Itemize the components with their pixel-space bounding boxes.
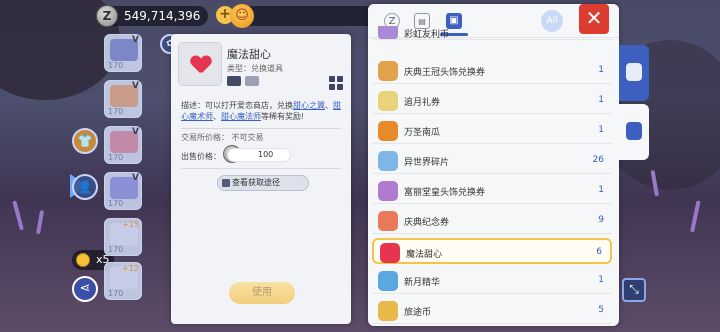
item-detail-panel: 魔法甜心 类型：兑换道具 描述：可以打开爱恋商店，兑换甜心之翼、甜心魔术师、甜心… xyxy=(171,34,351,324)
inventory-row[interactable]: 旅途币 5 xyxy=(372,298,612,324)
inventory-row[interactable]: 富丽堂皇头饰兑换券 1 xyxy=(372,178,612,204)
item-bag-icon xyxy=(626,122,642,140)
item-quantity: 26 xyxy=(592,155,604,165)
inventory-row[interactable]: 异世界碎片 26 xyxy=(372,148,612,174)
equipment-slot[interactable]: 170 +15 xyxy=(104,218,142,256)
equipment-mark: V xyxy=(132,81,139,91)
item-name: 魔法甜心 xyxy=(227,48,271,61)
item-name: 魔法甜心 xyxy=(406,250,443,260)
link-sweet-mage[interactable]: 甜心魔法师 xyxy=(221,112,261,121)
sell-price-value: 100 xyxy=(227,148,291,162)
item-quantity: 1 xyxy=(598,185,604,195)
share-button[interactable]: ⋖ xyxy=(72,276,98,302)
equipment-slot[interactable]: 170 V xyxy=(104,80,142,118)
close-button[interactable]: ✕ xyxy=(579,4,609,34)
inventory-row[interactable]: 庆典王冠头饰兑换券 1 xyxy=(372,58,612,84)
link-sweet-wings[interactable]: 甜心之翼 xyxy=(293,101,325,110)
item-quantity: 1 xyxy=(598,125,604,135)
bind-badge-icon xyxy=(227,76,241,86)
equipment-level: 170 xyxy=(108,199,124,208)
divider xyxy=(181,168,341,169)
zeny-coin-icon: Z xyxy=(96,5,118,27)
inventory-row[interactable]: 魔法甜心 6 xyxy=(372,238,612,264)
equipment-level: 170 xyxy=(108,289,124,298)
equipment-level: 170 xyxy=(108,245,124,254)
equipment-level: 170 xyxy=(108,61,124,70)
minimize-icon[interactable]: ⤡ xyxy=(622,278,646,302)
equipment-mark: V xyxy=(132,35,139,45)
view-source-button[interactable]: 查看获取途径 xyxy=(217,175,309,191)
item-name: 彩虹友利币 xyxy=(404,30,450,40)
use-button[interactable]: 使用 xyxy=(229,282,295,304)
item-name: 庆典纪念券 xyxy=(404,218,450,228)
item-name: 富丽堂皇头饰兑换券 xyxy=(404,188,486,198)
item-icon xyxy=(378,301,398,321)
equipment-level: 170 xyxy=(108,107,124,116)
item-quantity: 1 xyxy=(598,95,604,105)
equipment-slot[interactable]: 170 V xyxy=(104,126,142,164)
item-name: 新月精华 xyxy=(404,278,441,288)
item-quantity: 1 xyxy=(598,65,604,75)
item-name: 追月礼券 xyxy=(404,98,441,108)
item-icon xyxy=(378,91,398,111)
gem-currency-icon: ☺ xyxy=(230,4,254,28)
item-icon xyxy=(380,243,400,263)
equipment-slot[interactable]: 170 V xyxy=(104,34,142,72)
side-tab-items[interactable] xyxy=(619,104,649,160)
inventory-row[interactable]: 庆典纪念券 9 xyxy=(372,208,612,234)
zeny-display: Z 549,714,396 xyxy=(96,5,208,27)
grid-view-icon[interactable] xyxy=(329,76,343,90)
view-source-label: 查看获取途径 xyxy=(232,178,280,187)
source-icon xyxy=(222,179,230,187)
divider xyxy=(181,128,341,129)
equipment-level: 170 xyxy=(108,153,124,162)
item-name: 旅途币 xyxy=(404,308,432,318)
equipment-slot[interactable]: 170 +12 xyxy=(104,262,142,300)
inventory-row[interactable]: 彩虹友利币 xyxy=(372,26,612,40)
zeny-amount: 549,714,396 xyxy=(124,9,201,23)
profile-icon[interactable]: 👤 xyxy=(72,174,98,200)
background-grass xyxy=(36,210,45,235)
trade-price: 交易所价格： 不可交易 xyxy=(181,133,264,142)
item-icon xyxy=(378,181,398,201)
trade-badge-icon xyxy=(245,76,259,86)
item-icon-box xyxy=(178,42,222,86)
item-name: 万圣南瓜 xyxy=(404,128,441,138)
item-name: 异世界碎片 xyxy=(404,158,450,168)
equipment-mark: V xyxy=(132,127,139,137)
item-icon xyxy=(378,211,398,231)
equipment-slot[interactable]: 170 V xyxy=(104,172,142,210)
inventory-panel: Z ▤ ▣ All 彩虹友利币 庆典王冠头饰兑换券 1 追月礼券 1 万圣南瓜 1 异世界碎片… xyxy=(368,4,619,326)
inventory-row[interactable]: 万圣南瓜 1 xyxy=(372,118,612,144)
item-description: 描述：可以打开爱恋商店，兑换甜心之翼、甜心魔术师、甜心魔法师等稀有奖励! xyxy=(181,101,341,121)
inventory-row[interactable]: 新月精华 1 xyxy=(372,268,612,294)
item-icon xyxy=(378,151,398,171)
equipment-mark: +15 xyxy=(122,220,139,229)
item-icon xyxy=(378,61,398,81)
item-name: 庆典王冠头饰兑换券 xyxy=(404,68,486,78)
currency-bar: Z 549,714,396 + ☺ 224 xyxy=(96,4,444,28)
item-quantity: 5 xyxy=(598,305,604,315)
sell-price-label: 出售价格： xyxy=(181,152,221,161)
item-quantity: 1 xyxy=(598,275,604,285)
equipment-mark: V xyxy=(132,173,139,183)
background-grass xyxy=(690,200,701,233)
item-icon xyxy=(378,121,398,141)
background-grass xyxy=(12,200,24,231)
item-quantity: 6 xyxy=(596,247,602,257)
item-icon xyxy=(378,26,398,39)
item-type: 类型：兑换道具 xyxy=(227,64,283,73)
equipment-mark: +12 xyxy=(122,264,139,273)
shirt-icon[interactable]: 👕 xyxy=(72,128,98,154)
heart-icon xyxy=(191,56,211,74)
inventory-row[interactable]: 追月礼券 1 xyxy=(372,88,612,114)
gold-coin-icon xyxy=(76,253,90,267)
item-icon xyxy=(378,271,398,291)
side-tab-bag[interactable] xyxy=(619,45,649,101)
item-quantity: 9 xyxy=(598,215,604,225)
backpack-icon xyxy=(626,63,642,81)
